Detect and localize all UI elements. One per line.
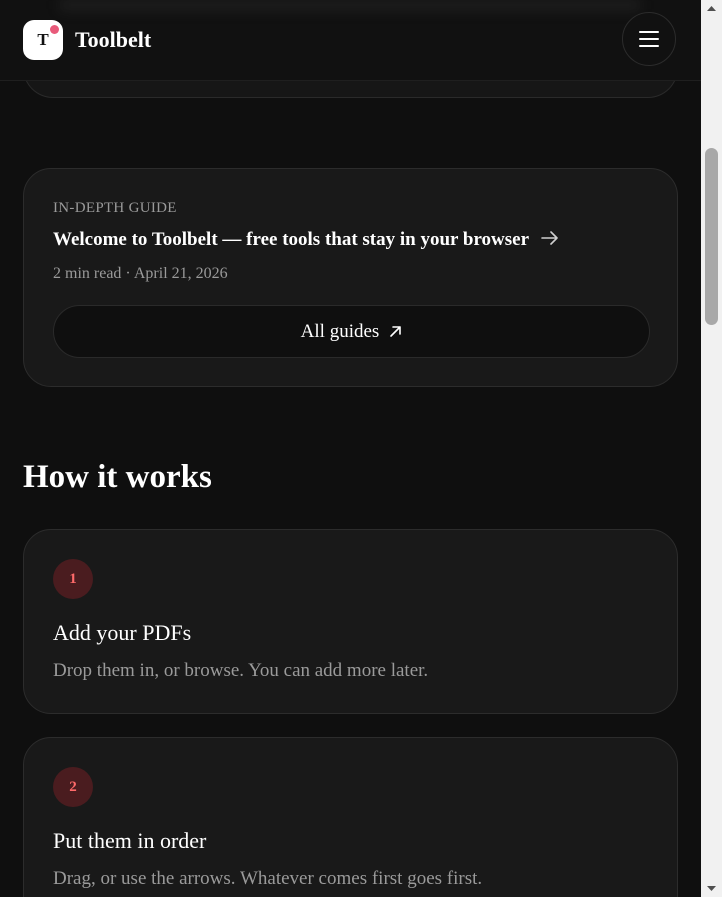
logo[interactable]: T	[23, 20, 63, 60]
step-description: Drop them in, or browse. You can add mor…	[53, 660, 429, 681]
site-header: T Toolbelt	[0, 0, 701, 81]
guide-card: IN-DEPTH GUIDE Welcome to Toolbelt — fre…	[23, 168, 678, 387]
guide-meta: 2 min read · April 21, 2026	[53, 265, 228, 282]
scroll-down-icon[interactable]	[701, 880, 722, 897]
scrollbar-thumb[interactable]	[705, 148, 718, 325]
hamburger-icon	[639, 31, 659, 47]
scroll-up-icon[interactable]	[701, 0, 722, 17]
vertical-scrollbar[interactable]	[701, 0, 722, 897]
brand-name[interactable]: Toolbelt	[75, 26, 151, 54]
step-card: 1 Add your PDFs Drop them in, or browse.…	[23, 529, 678, 714]
logo-dot-icon	[50, 25, 59, 34]
guide-title-link[interactable]: Welcome to Toolbelt — free tools that st…	[53, 229, 559, 251]
menu-button[interactable]	[622, 12, 676, 66]
logo-letter: T	[37, 30, 49, 49]
arrow-up-right-icon	[390, 326, 402, 337]
step-title: Add your PDFs	[53, 620, 192, 645]
guide-eyebrow: IN-DEPTH GUIDE	[53, 200, 177, 216]
step-number-badge: 1	[53, 559, 93, 599]
how-it-works-heading: How it works	[23, 459, 212, 495]
step-title: Put them in order	[53, 828, 207, 853]
all-guides-button[interactable]: All guides	[53, 305, 650, 358]
arrow-right-icon	[541, 229, 559, 251]
header-blur-overlay	[60, 0, 640, 10]
step-card: 2 Put them in order Drag, or use the arr…	[23, 737, 678, 897]
page-viewport: T Toolbelt IN-DEPTH GUIDE Welcome to Too…	[0, 0, 701, 897]
guide-title: Welcome to Toolbelt — free tools that st…	[53, 229, 530, 250]
all-guides-label: All guides	[300, 320, 380, 342]
step-description: Drag, or use the arrows. Whatever comes …	[53, 868, 483, 889]
step-number-badge: 2	[53, 767, 93, 807]
